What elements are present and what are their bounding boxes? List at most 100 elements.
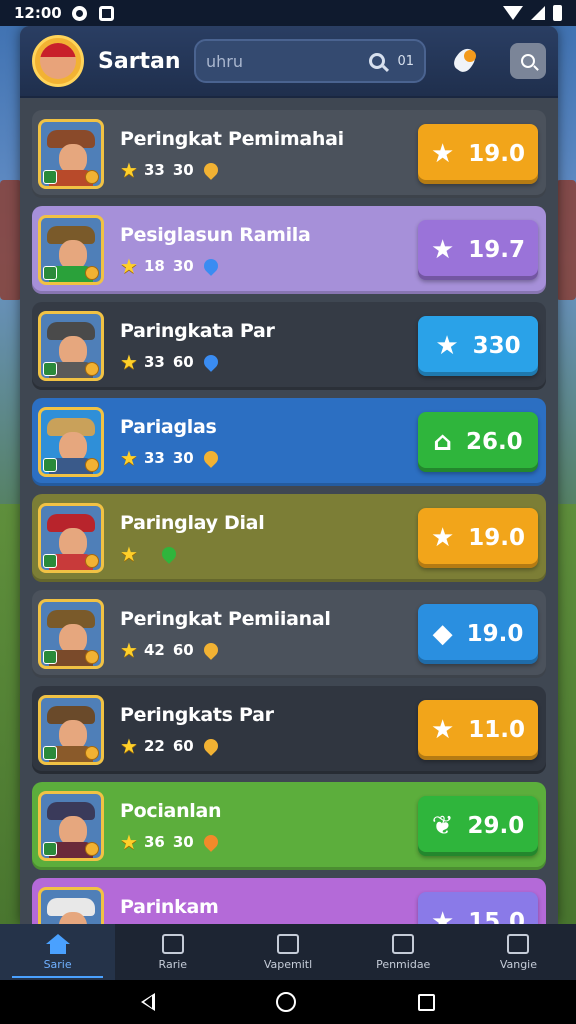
score-button[interactable]: ★ 11.0 bbox=[418, 700, 538, 760]
star-icon: ★ bbox=[430, 715, 455, 745]
score-button[interactable]: ❦ 29.0 bbox=[418, 796, 538, 856]
rank-badge-icon bbox=[43, 458, 57, 472]
star-icon: ★ bbox=[120, 158, 138, 182]
score-value: 19.0 bbox=[466, 621, 524, 647]
row-info: Pariaglas ★ 33 30 bbox=[120, 416, 418, 468]
player-name: Paringkata Par bbox=[120, 320, 275, 342]
row-stats: ★ 36 30 bbox=[120, 832, 418, 852]
record-icon bbox=[71, 5, 87, 21]
leaderboard-list: Peringkat Pemimahai ★ 33 30 ★ 19.0 Pesig… bbox=[20, 98, 558, 924]
nav-item-vapemitl[interactable]: Vapemitl bbox=[230, 924, 345, 980]
coin-badge-icon bbox=[85, 170, 99, 184]
notification-icon bbox=[98, 5, 114, 21]
backdrop-house-left bbox=[0, 180, 22, 300]
star-icon: ★ bbox=[435, 331, 459, 361]
search-filter-label: 01 bbox=[397, 53, 414, 69]
row-stats: ★ 18 30 bbox=[120, 256, 418, 276]
status-time: 12:00 bbox=[14, 4, 62, 22]
stat-a: 36 bbox=[143, 833, 165, 851]
score-button[interactable]: ★ 330 bbox=[418, 316, 538, 376]
search-text: uhru bbox=[206, 51, 243, 71]
rank-badge-icon bbox=[43, 746, 57, 760]
row-stats: ★ bbox=[120, 544, 418, 564]
stat-a: 33 bbox=[143, 161, 165, 179]
gem-icon bbox=[159, 544, 179, 564]
stat-b: 60 bbox=[172, 737, 194, 755]
nav-label: Vapemitl bbox=[263, 957, 313, 971]
row-info: Paringlay Dial ★ bbox=[120, 512, 418, 564]
score-button[interactable]: ★ 15.0 bbox=[418, 892, 538, 924]
character-portrait bbox=[38, 119, 104, 189]
gem-icon bbox=[200, 160, 221, 180]
gem-icon bbox=[200, 256, 221, 276]
player-name: Peringkats Par bbox=[120, 704, 274, 726]
player-name: Parinkam bbox=[120, 896, 219, 918]
nav-item-rarie[interactable]: Rarie bbox=[115, 924, 230, 980]
score-value: 19.0 bbox=[468, 141, 526, 167]
home-circle-icon[interactable] bbox=[276, 992, 297, 1012]
leaderboard-panel: Sartan uhru 01 Peringkat Pemimahai ★ 33 … bbox=[20, 26, 558, 924]
wifi-icon bbox=[503, 6, 523, 20]
leaderboard-row[interactable]: Peringkats Par ★ 22 60 ★ 11.0 bbox=[32, 686, 546, 774]
player-name: Peringkat Pemiianal bbox=[120, 608, 331, 630]
home-icon bbox=[45, 933, 70, 954]
row-info: Pesiglasun Ramila ★ 18 30 bbox=[120, 224, 418, 276]
back-icon[interactable] bbox=[140, 993, 155, 1011]
character-portrait bbox=[38, 407, 104, 477]
leaderboard-row[interactable]: Pesiglasun Ramila ★ 18 30 ★ 19.7 bbox=[32, 206, 546, 294]
search-icon bbox=[521, 54, 535, 68]
row-info: Parinkam ★ bbox=[120, 896, 418, 924]
nav-item-sarie[interactable]: Sarie bbox=[0, 924, 116, 980]
rank-badge-icon bbox=[43, 170, 57, 184]
score-button[interactable]: ★ 19.0 bbox=[418, 124, 538, 184]
leaderboard-row[interactable]: Paringkata Par ★ 33 60 ★ 330 bbox=[32, 302, 546, 390]
leaderboard-row[interactable]: Parinkam ★ ★ 15.0 bbox=[32, 878, 546, 924]
stat-a: 33 bbox=[143, 353, 165, 371]
leaderboard-row[interactable]: Peringkat Pemimahai ★ 33 30 ★ 19.0 bbox=[32, 110, 546, 198]
score-button[interactable]: ⌂ 26.0 bbox=[418, 412, 538, 472]
coin-badge-icon bbox=[85, 650, 99, 664]
avatar-portrait-icon bbox=[40, 43, 76, 79]
stat-a: 33 bbox=[143, 449, 165, 467]
stat-a: 42 bbox=[143, 641, 165, 659]
gem-icon bbox=[200, 352, 221, 372]
leaderboard-row[interactable]: Pocianlan ★ 36 30 ❦ 29.0 bbox=[32, 782, 546, 870]
score-button[interactable]: ★ 19.7 bbox=[418, 220, 538, 280]
rocket-icon[interactable] bbox=[450, 46, 480, 76]
gem-icon bbox=[200, 640, 221, 660]
house-icon: ⌂ bbox=[433, 427, 452, 457]
stat-b: 30 bbox=[172, 449, 194, 467]
recents-icon[interactable] bbox=[418, 993, 436, 1011]
player-avatar[interactable] bbox=[32, 35, 84, 87]
rank-badge-icon bbox=[43, 650, 57, 664]
search-button[interactable] bbox=[510, 43, 546, 79]
search-input[interactable]: uhru 01 bbox=[194, 39, 426, 83]
nav-item-vangie[interactable]: Vangie bbox=[461, 924, 576, 980]
app-title: Sartan bbox=[98, 48, 181, 74]
nav-label: Vangie bbox=[499, 957, 538, 971]
stat-a: 22 bbox=[143, 737, 165, 755]
coin-badge-icon bbox=[85, 842, 99, 856]
player-name: Pariaglas bbox=[120, 416, 217, 438]
character-portrait bbox=[38, 887, 104, 924]
nav-item-penmidae[interactable]: Penmidae bbox=[346, 924, 461, 980]
row-info: Pocianlan ★ 36 30 bbox=[120, 800, 418, 852]
leaderboard-row[interactable]: Peringkat Pemiianal ★ 42 60 ◆ 19.0 bbox=[32, 590, 546, 678]
player-name: Pesiglasun Ramila bbox=[120, 224, 311, 246]
leaderboard-row[interactable]: Paringlay Dial ★ ★ 19.0 bbox=[32, 494, 546, 582]
star-icon: ★ bbox=[120, 638, 138, 662]
row-info: Peringkat Pemiianal ★ 42 60 bbox=[120, 608, 418, 660]
score-value: 330 bbox=[472, 333, 521, 359]
row-info: Peringkats Par ★ 22 60 bbox=[120, 704, 418, 756]
score-button[interactable]: ◆ 19.0 bbox=[418, 604, 538, 664]
star-icon: ★ bbox=[120, 830, 138, 854]
score-value: 19.0 bbox=[468, 525, 526, 551]
row-info: Peringkat Pemimahai ★ 33 30 bbox=[120, 128, 418, 180]
leaderboard-row[interactable]: Pariaglas ★ 33 30 ⌂ 26.0 bbox=[32, 398, 546, 486]
player-name: Pocianlan bbox=[120, 800, 222, 822]
row-stats: ★ 33 60 bbox=[120, 352, 418, 372]
score-value: 26.0 bbox=[465, 429, 523, 455]
coin-badge-icon bbox=[85, 554, 99, 568]
score-button[interactable]: ★ 19.0 bbox=[418, 508, 538, 568]
rank-badge-icon bbox=[43, 362, 57, 376]
